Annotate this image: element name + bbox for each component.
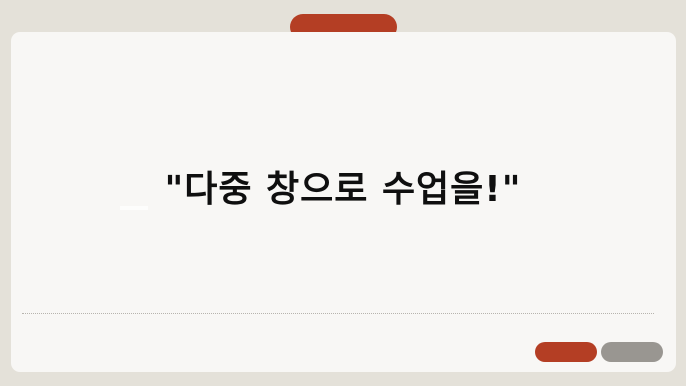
slide-headline: "다중 창으로 수업을!": [164, 169, 522, 210]
gray-pill-button[interactable]: [601, 342, 663, 362]
dotted-divider: [22, 313, 654, 314]
accent-pill-button[interactable]: [535, 342, 597, 362]
